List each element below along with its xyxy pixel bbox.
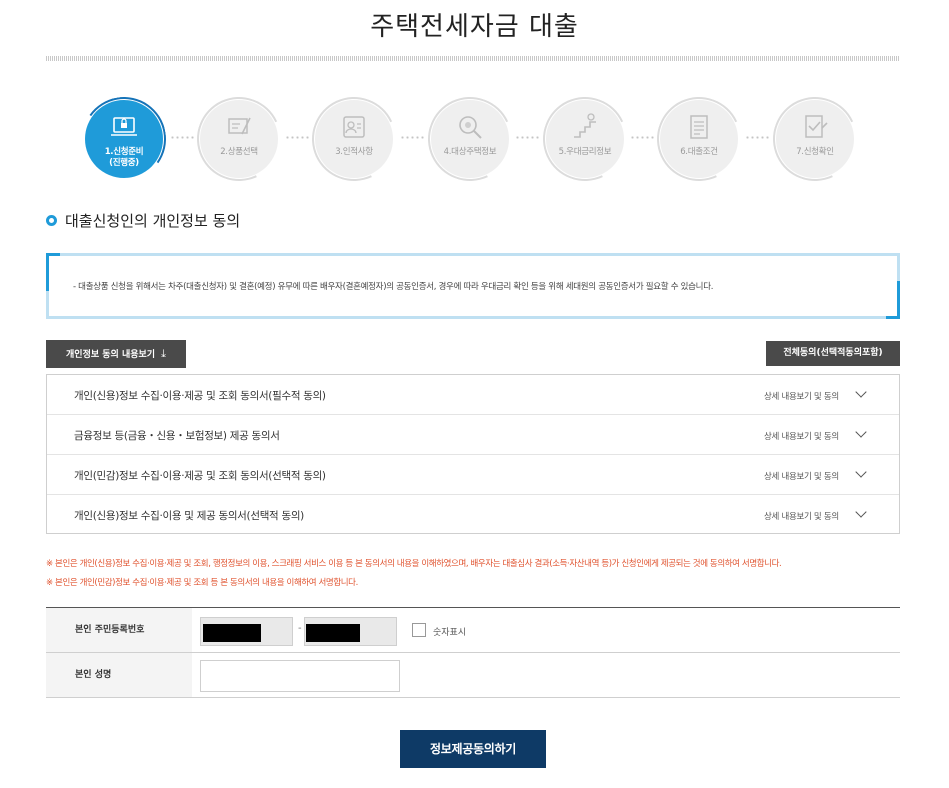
consent-detail-link[interactable]: 상세 내용보기 및 동의 [764,430,839,442]
step-5: 5.우대금리정보 [531,85,639,193]
warning-text: ※ 본인은 개인(신용)정보 수집·이용·제공 및 조회, 행정정보의 이용, … [46,559,782,569]
rrn-back-input[interactable] [304,617,397,646]
agree-all-button[interactable]: 전체동의(선택적동의포함) [766,341,900,366]
show-digits-label[interactable]: 숫자표시 [433,625,466,638]
step-label: 4.대상주택정보 [443,147,497,157]
consent-detail-link[interactable]: 상세 내용보기 및 동의 [764,470,839,482]
chevron-down-icon[interactable] [855,386,867,398]
step-2: 2.상품선택 [185,85,293,193]
consent-title: 개인(신용)정보 수집·이용·제공 및 조회 동의서(필수적 동의) [74,390,326,402]
check-document-icon [805,115,828,138]
consent-item[interactable]: 개인(신용)정보 수집·이용·제공 및 조회 동의서(필수적 동의) 상세 내용… [47,375,899,415]
consent-item[interactable]: 금융정보 등(금융・신용・보험정보) 제공 동의서 상세 내용보기 및 동의 [47,415,899,455]
consent-title: 금융정보 등(금융・신용・보험정보) 제공 동의서 [74,430,280,442]
consent-list: 개인(신용)정보 수집·이용·제공 및 조회 동의서(필수적 동의) 상세 내용… [46,374,900,534]
name-label: 본인 성명 [46,653,192,697]
view-consent-label: 개인정보 동의 내용보기 [66,350,156,360]
rrn-label: 본인 주민등록번호 [46,608,192,652]
consent-item[interactable]: 개인(민감)정보 수집·이용·제공 및 조회 동의서(선택적 동의) 상세 내용… [47,455,899,495]
laptop-lock-icon [111,117,137,136]
step-4: 4.대상주택정보 [416,85,524,193]
step-6: 6.대출조건 [645,85,753,193]
masked-value [306,624,360,642]
consent-title: 개인(신용)정보 수집·이용 및 제공 동의서(선택적 동의) [74,510,304,522]
document-pen-icon [228,117,251,135]
show-digits-checkbox[interactable] [412,623,426,637]
section-title-text: 대출신청인의 개인정보 동의 [65,212,241,230]
masked-value [203,624,261,642]
download-icon: ⤓ [161,347,166,360]
chevron-down-icon[interactable] [855,426,867,438]
step-label: 5.우대금리정보 [558,147,612,157]
step-label: 6.대출조건 [680,147,718,157]
consent-item[interactable]: 개인(신용)정보 수집·이용 및 제공 동의서(선택적 동의) 상세 내용보기 … [47,495,899,535]
chevron-down-icon[interactable] [855,506,867,518]
name-input[interactable] [200,660,400,692]
warning-text: ※ 본인은 개인(민감)정보 수집·이용·제공 및 조회 등 본 동의서의 내용… [46,578,358,588]
step-7: 7.신청확인 [761,85,869,193]
submit-consent-button[interactable]: 정보제공동의하기 [400,730,546,768]
step-label: 1.신청준비 [104,147,144,157]
view-consent-button[interactable]: 개인정보 동의 내용보기 ⤓ [46,340,186,368]
consent-title: 개인(민감)정보 수집·이용·제공 및 조회 동의서(선택적 동의) [74,470,326,482]
title-divider [46,56,900,61]
id-card-icon [343,116,365,138]
step-3: 3.인적사항 [300,85,408,193]
consent-detail-link[interactable]: 상세 내용보기 및 동의 [764,510,839,522]
identity-form: 본인 주민등록번호 - 숫자표시 본인 성명 [46,607,900,698]
page-title: 주택전세자금 대출 [370,12,579,42]
step-label: 7.신청확인 [796,147,834,157]
consent-detail-link[interactable]: 상세 내용보기 및 동의 [764,390,839,402]
name-row: 본인 성명 [46,653,900,698]
stairs-icon [574,113,596,138]
circle-bullet-icon [46,215,57,226]
step-1: 1.신청준비 (진행중) [75,90,173,188]
rrn-separator: - [298,623,302,634]
notice-box: - 대출상품 신청을 위해서는 차주(대출신청자) 및 결혼(예정) 유무에 따… [46,253,900,319]
chevron-down-icon[interactable] [855,466,867,478]
magnifier-icon [459,116,482,139]
notice-text: - 대출상품 신청을 위해서는 차주(대출신청자) 및 결혼(예정) 유무에 따… [73,282,714,292]
rrn-row: 본인 주민등록번호 - 숫자표시 [46,608,900,653]
step-label: 3.인적사항 [335,147,373,157]
section-title: 대출신청인의 개인정보 동의 [46,210,240,231]
rrn-front-input[interactable] [200,617,293,646]
progress-stepper: 1.신청준비 (진행중) 2.상품선택 3.인적사항 4.대상주택정보 5.우대… [0,85,949,193]
step-label: 2.상품선택 [220,147,258,157]
step-status: (진행중) [109,158,139,168]
list-document-icon [690,115,708,139]
